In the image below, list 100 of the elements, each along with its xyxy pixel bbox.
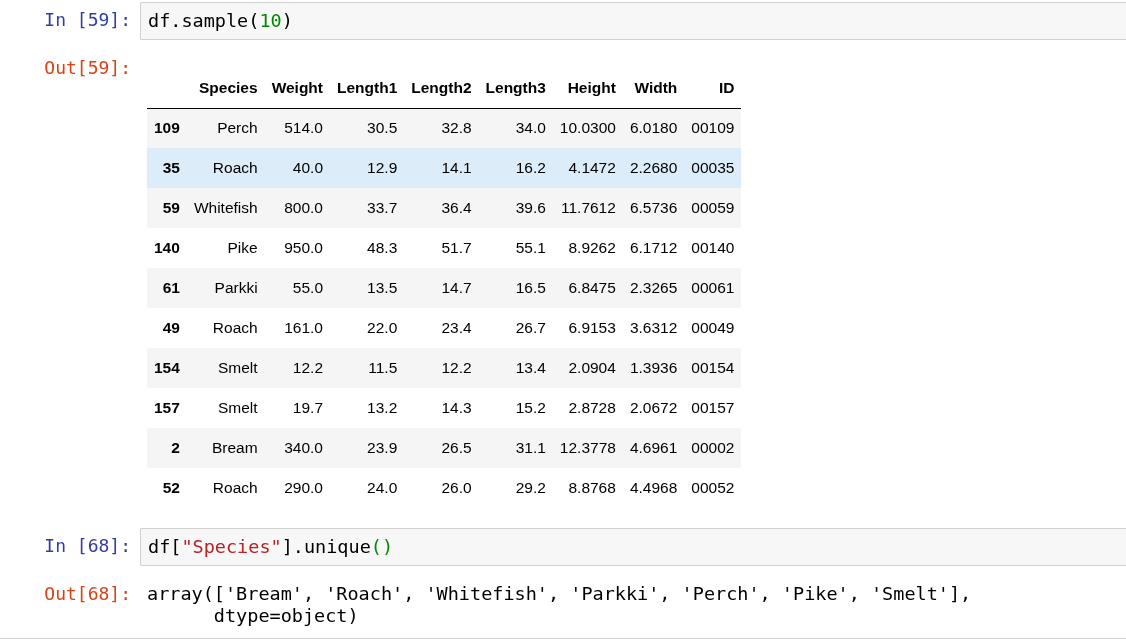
table-cell: Roach: [186, 468, 265, 508]
table-cell: 950.0: [264, 228, 330, 268]
table-cell: 00109: [684, 108, 742, 148]
table-cell: 11.7612: [552, 188, 623, 228]
table-cell: Bream: [186, 428, 265, 468]
table-cell: 00157: [684, 388, 742, 428]
input-prompt: In [68]:: [43, 534, 132, 558]
table-cell: 23.9: [330, 428, 405, 468]
table-cell: 15.2: [478, 388, 553, 428]
output-prompt: Out[68]:: [43, 582, 132, 606]
table-cell: 00059: [684, 188, 742, 228]
table-cell: 16.2: [478, 148, 553, 188]
row-index: 2: [147, 428, 187, 468]
table-cell: 31.1: [478, 428, 553, 468]
row-index: 52: [147, 468, 187, 508]
table-cell: 3.6312: [622, 308, 685, 348]
table-cell: 4.4968: [622, 468, 685, 508]
row-index: 157: [147, 388, 187, 428]
table-cell: 2.2680: [622, 148, 685, 188]
table-cell: 14.3: [404, 388, 479, 428]
table-cell: 55.1: [478, 228, 553, 268]
table-cell: 26.5: [404, 428, 479, 468]
table-cell: 30.5: [330, 108, 405, 148]
table-cell: 6.9153: [552, 308, 623, 348]
row-index: 49: [147, 308, 187, 348]
table-cell: 12.9: [330, 148, 405, 188]
output-prompt: Out[59]:: [43, 56, 132, 80]
table-cell: 12.2: [404, 348, 479, 388]
table-cell: 12.3778: [552, 428, 623, 468]
table-cell: 4.6961: [622, 428, 685, 468]
table-cell: 4.1472: [552, 148, 623, 188]
table-cell: 00154: [684, 348, 742, 388]
table-cell: 2.8728: [552, 388, 623, 428]
table-cell: 24.0: [330, 468, 405, 508]
table-cell: 800.0: [264, 188, 330, 228]
table-cell: 32.8: [404, 108, 479, 148]
column-header: Height: [552, 68, 623, 108]
table-cell: Perch: [186, 108, 265, 148]
table-cell: 48.3: [330, 228, 405, 268]
table-cell: 00140: [684, 228, 742, 268]
table-cell: 16.5: [478, 268, 553, 308]
table-cell: 514.0: [264, 108, 330, 148]
row-index: 140: [147, 228, 187, 268]
column-header: Length3: [478, 68, 553, 108]
table-cell: 00049: [684, 308, 742, 348]
table-cell: Roach: [186, 148, 265, 188]
table-cell: 55.0: [264, 268, 330, 308]
table-cell: Roach: [186, 308, 265, 348]
table-cell: 340.0: [264, 428, 330, 468]
table-cell: 13.2: [330, 388, 405, 428]
table-cell: Pike: [186, 228, 265, 268]
table-cell: 2.0672: [622, 388, 685, 428]
table-cell: 51.7: [404, 228, 479, 268]
column-header: Length1: [330, 68, 405, 108]
table-cell: 22.0: [330, 308, 405, 348]
row-index: 109: [147, 108, 187, 148]
table-cell: 6.5736: [622, 188, 685, 228]
table-cell: 14.7: [404, 268, 479, 308]
table-cell: 6.1712: [622, 228, 685, 268]
table-cell: 8.8768: [552, 468, 623, 508]
table-cell: 40.0: [264, 148, 330, 188]
table-cell: Parkki: [186, 268, 265, 308]
table-cell: 26.0: [404, 468, 479, 508]
table-cell: 00002: [684, 428, 742, 468]
column-header: Species: [186, 68, 265, 108]
row-index: 154: [147, 348, 187, 388]
table-cell: 00061: [684, 268, 742, 308]
table-cell: 14.1: [404, 148, 479, 188]
table-cell: 2.0904: [552, 348, 623, 388]
table-cell: 26.7: [478, 308, 553, 348]
table-cell: 6.0180: [622, 108, 685, 148]
table-cell: Smelt: [186, 388, 265, 428]
table-cell: 10.0300: [552, 108, 623, 148]
table-cell: 13.5: [330, 268, 405, 308]
column-header: Length2: [404, 68, 479, 108]
table-cell: 12.2: [264, 348, 330, 388]
table-cell: 19.7: [264, 388, 330, 428]
table-cell: 23.4: [404, 308, 479, 348]
code-input[interactable]: df["Species"].unique(): [140, 528, 1126, 566]
table-cell: Smelt: [186, 348, 265, 388]
table-cell: 00035: [684, 148, 742, 188]
code-input[interactable]: df.sample(10): [140, 2, 1126, 40]
row-index: 59: [147, 188, 187, 228]
input-prompt: In [59]:: [43, 8, 132, 32]
table-cell: 00052: [684, 468, 742, 508]
table-cell: 13.4: [478, 348, 553, 388]
table-cell: Whitefish: [186, 188, 265, 228]
table-cell: 11.5: [330, 348, 405, 388]
row-index: 61: [147, 268, 187, 308]
table-cell: 290.0: [264, 468, 330, 508]
table-cell: 2.3265: [622, 268, 685, 308]
column-header: Weight: [264, 68, 330, 108]
table-cell: 1.3936: [622, 348, 685, 388]
row-index: 35: [147, 148, 187, 188]
table-cell: 34.0: [478, 108, 553, 148]
output-text: array(['Bream', 'Roach', 'Whitefish', 'Parkki', 'Perch', 'Pike', 'Smelt'], dtype=object): [146, 582, 972, 627]
table-cell: 8.9262: [552, 228, 623, 268]
column-header: ID: [684, 68, 742, 108]
table-cell: 29.2: [478, 468, 553, 508]
column-header: Width: [622, 68, 685, 108]
